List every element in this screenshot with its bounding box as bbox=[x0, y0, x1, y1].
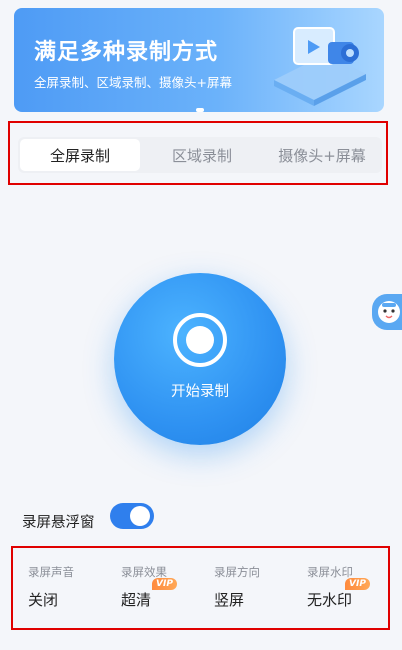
vip-badge: VIP bbox=[345, 578, 370, 590]
setting-value: 超清 bbox=[121, 591, 152, 609]
record-icon bbox=[173, 313, 227, 367]
carousel-indicator bbox=[196, 108, 204, 112]
setting-value: 竖屏 bbox=[214, 591, 245, 609]
record-settings: 录屏声音 关闭 录屏效果 超清 VIP 录屏方向 竖屏 录屏水印 无水印 VIP bbox=[14, 556, 386, 626]
floating-window-label: 录屏悬浮窗 bbox=[22, 515, 95, 531]
tab-fullscreen[interactable]: 全屏录制 bbox=[20, 139, 140, 171]
setting-value: 无水印 bbox=[307, 591, 353, 609]
setting-value: 关闭 bbox=[28, 591, 59, 609]
floating-assistant-icon[interactable] bbox=[372, 294, 402, 330]
banner-subtitle: 全屏录制、区域录制、摄像头+屏幕 bbox=[34, 75, 232, 90]
promo-banner[interactable]: 满足多种录制方式 全屏录制、区域录制、摄像头+屏幕 bbox=[14, 8, 384, 112]
setting-orientation[interactable]: 录屏方向 竖屏 bbox=[200, 556, 293, 626]
setting-watermark[interactable]: 录屏水印 无水印 VIP bbox=[293, 556, 386, 626]
start-record-label: 开始录制 bbox=[171, 384, 229, 400]
setting-label: 录屏声音 bbox=[28, 565, 74, 579]
camera-illustration-icon bbox=[274, 27, 366, 106]
start-record-button[interactable]: 开始录制 bbox=[114, 273, 286, 445]
vip-badge: VIP bbox=[152, 578, 177, 590]
record-mode-tabs: 全屏录制 区域录制 摄像头+屏幕 bbox=[18, 137, 382, 173]
tab-camera-screen[interactable]: 摄像头+屏幕 bbox=[262, 137, 382, 173]
floating-window-toggle[interactable] bbox=[110, 503, 154, 529]
setting-label: 录屏水印 bbox=[307, 565, 353, 579]
tab-region[interactable]: 区域录制 bbox=[142, 137, 262, 173]
toggle-knob bbox=[130, 506, 150, 526]
setting-quality[interactable]: 录屏效果 超清 VIP bbox=[107, 556, 200, 626]
setting-audio[interactable]: 录屏声音 关闭 bbox=[14, 556, 107, 626]
setting-label: 录屏方向 bbox=[214, 565, 260, 579]
banner-title: 满足多种录制方式 bbox=[34, 40, 219, 65]
